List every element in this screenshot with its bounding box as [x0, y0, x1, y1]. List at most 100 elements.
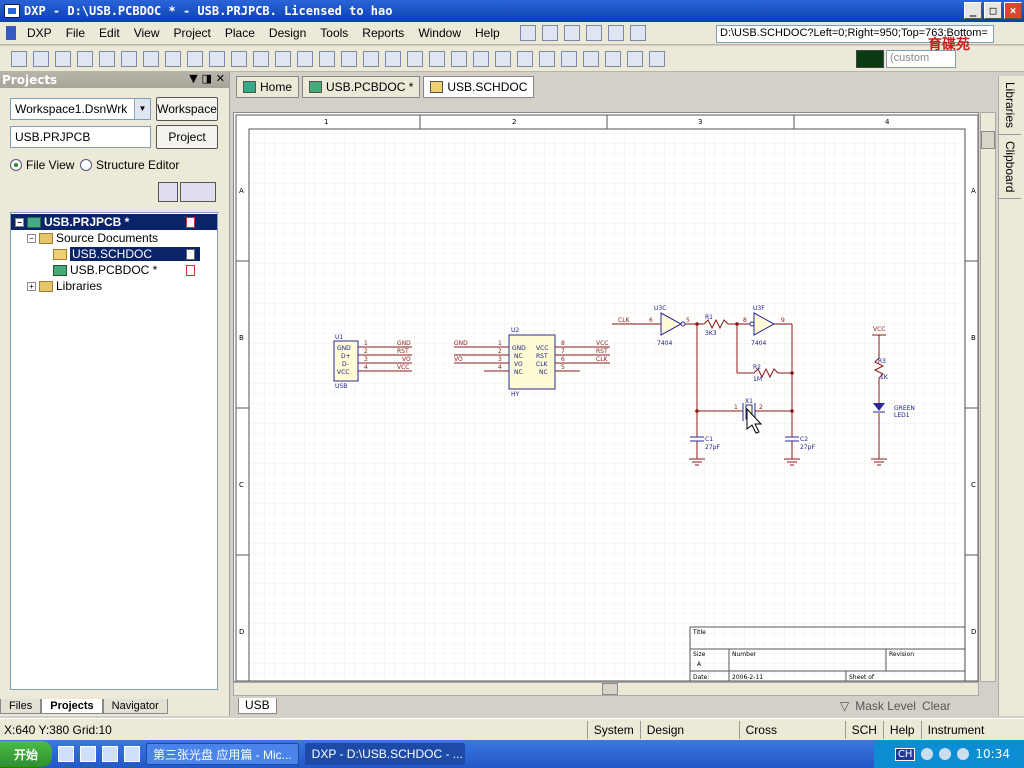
panel-controls[interactable]: ▼ ◨ ✕ — [189, 72, 225, 85]
menu-tools[interactable]: Tools — [313, 26, 355, 40]
filter-icon[interactable]: ▽ — [840, 699, 849, 713]
app-quicklaunch-icon[interactable] — [124, 746, 140, 762]
tree-item-source-documents[interactable]: − Source Documents — [11, 230, 217, 246]
collapse-toggle-icon[interactable]: − — [27, 233, 36, 243]
hierarchy-icon[interactable] — [341, 50, 357, 67]
expand-toggle-icon[interactable]: + — [27, 281, 36, 291]
language-indicator[interactable]: CH — [894, 747, 916, 761]
new-icon[interactable] — [11, 50, 27, 67]
menu-place[interactable]: Place — [218, 26, 262, 40]
open-icon[interactable] — [33, 50, 49, 67]
tab-projects[interactable]: Projects — [41, 699, 103, 714]
print-preview-icon[interactable] — [99, 50, 115, 67]
document-options-icon[interactable] — [180, 182, 216, 202]
zoom-fit-icon[interactable] — [143, 50, 159, 67]
sheet-symbol-icon[interactable] — [583, 50, 599, 67]
select-icon[interactable] — [209, 50, 225, 67]
tray-icon[interactable] — [957, 748, 970, 760]
status-system-button[interactable]: System — [586, 720, 640, 739]
outlook-icon[interactable] — [80, 746, 96, 762]
scroll-thumb[interactable] — [602, 683, 618, 695]
tab-navigator[interactable]: Navigator — [102, 699, 168, 714]
project-options-icon[interactable] — [158, 182, 178, 202]
zoom-area-icon[interactable] — [165, 50, 181, 67]
port-icon[interactable] — [627, 50, 643, 67]
menu-dxp[interactable]: DXP — [20, 26, 59, 40]
taskbar-item-word[interactable]: 第三张光盘 应用篇 - Mic... — [146, 743, 299, 765]
horizontal-scrollbar[interactable] — [233, 682, 979, 696]
menu-edit[interactable]: Edit — [92, 26, 127, 40]
status-instrument-racks-button[interactable]: Instrument Racks — [920, 720, 1024, 755]
tree-item-pcbdoc[interactable]: USB.PCBDOC * — [11, 262, 217, 278]
net-label-icon[interactable] — [495, 50, 511, 67]
maximize-button[interactable]: □ — [984, 2, 1002, 19]
tab-home[interactable]: Home — [236, 76, 300, 98]
menu-window[interactable]: Window — [411, 26, 468, 40]
ground-tool-icon[interactable] — [563, 25, 580, 41]
tray-icon[interactable] — [939, 748, 952, 760]
browse-library-icon[interactable] — [385, 50, 401, 67]
status-design-compiler-button[interactable]: Design Compiler — [639, 720, 739, 755]
structure-editor-radio[interactable]: Structure Editor — [80, 158, 179, 172]
place-part-icon[interactable] — [561, 50, 577, 67]
schematic-canvas[interactable]: 1 2 3 4 A B C D A B C D Title Size A Num… — [233, 112, 979, 682]
compile-icon[interactable] — [363, 50, 379, 67]
menu-design[interactable]: Design — [262, 26, 313, 40]
close-button[interactable]: × — [1004, 2, 1022, 19]
menu-file[interactable]: File — [59, 26, 92, 40]
redo-icon[interactable] — [319, 50, 335, 67]
color-swatch[interactable] — [856, 50, 884, 68]
workspace-combo[interactable]: Workspace1.DsnWrk ▼ — [10, 98, 151, 120]
print-icon[interactable] — [77, 50, 93, 67]
tab-libraries[interactable]: Libraries — [999, 76, 1021, 136]
deselect-icon[interactable] — [275, 50, 291, 67]
save-icon[interactable] — [55, 50, 71, 67]
port-tool-icon[interactable] — [607, 25, 624, 41]
status-sch-button[interactable]: SCH — [844, 720, 883, 739]
bus-tool-icon[interactable] — [541, 25, 558, 41]
desktop-icon[interactable] — [102, 746, 118, 762]
ie-icon[interactable] — [58, 746, 74, 762]
tree-item-libraries[interactable]: + Libraries — [11, 278, 217, 294]
gnd-port-icon[interactable] — [517, 50, 533, 67]
status-help-button[interactable]: Help — [882, 720, 921, 739]
tab-pcbdoc[interactable]: USB.PCBDOC * — [302, 76, 421, 98]
place-bus-entry-icon[interactable] — [473, 50, 489, 67]
sheet-tab-usb[interactable]: USB — [238, 698, 277, 714]
status-cross-references-button[interactable]: Cross References — [738, 720, 845, 755]
project-field[interactable]: USB.PRJPCB — [10, 126, 151, 148]
tree-item-project[interactable]: − USB.PRJPCB * — [11, 214, 217, 230]
scroll-thumb[interactable] — [981, 131, 995, 149]
file-view-radio[interactable]: File View — [10, 158, 74, 172]
menu-view[interactable]: View — [127, 26, 167, 40]
vertical-scrollbar[interactable] — [980, 112, 996, 682]
chevron-down-icon[interactable]: ▼ — [134, 99, 150, 119]
zoom-selected-icon[interactable] — [187, 50, 203, 67]
project-button[interactable]: Project — [156, 125, 218, 149]
tab-schdoc[interactable]: USB.SCHDOC — [423, 76, 535, 98]
place-bus-icon[interactable] — [451, 50, 467, 67]
tray-icon[interactable] — [921, 748, 934, 760]
grid-tool-icon[interactable] — [629, 25, 646, 41]
collapse-toggle-icon[interactable]: − — [15, 217, 24, 227]
wire-tool-icon[interactable] — [519, 25, 536, 41]
start-button[interactable]: 开始 — [0, 741, 52, 767]
radio-dot[interactable] — [10, 159, 22, 171]
menu-reports[interactable]: Reports — [355, 26, 411, 40]
menu-project[interactable]: Project — [167, 26, 218, 40]
tab-clipboard[interactable]: Clipboard — [999, 135, 1021, 200]
clear-button[interactable]: Clear — [922, 699, 951, 713]
menu-help[interactable]: Help — [468, 26, 507, 40]
workspace-button[interactable]: Workspace — [156, 97, 218, 121]
schematic-svg[interactable]: 1 2 3 4 A B C D A B C D Title Size A Num… — [234, 113, 979, 682]
tree-item-schdoc[interactable]: USB.SCHDOC — [11, 246, 217, 262]
tab-files[interactable]: Files — [0, 699, 42, 714]
minimize-button[interactable]: _ — [964, 2, 982, 19]
taskbar-item-dxp[interactable]: DXP - D:\USB.SCHDOC - ... — [304, 743, 465, 765]
layers-icon[interactable] — [121, 50, 137, 67]
vcc-port-icon[interactable] — [539, 50, 555, 67]
place-wire-icon[interactable] — [429, 50, 445, 67]
undo-icon[interactable] — [297, 50, 313, 67]
radio-dot[interactable] — [80, 159, 92, 171]
no-erc-icon[interactable] — [649, 50, 665, 67]
